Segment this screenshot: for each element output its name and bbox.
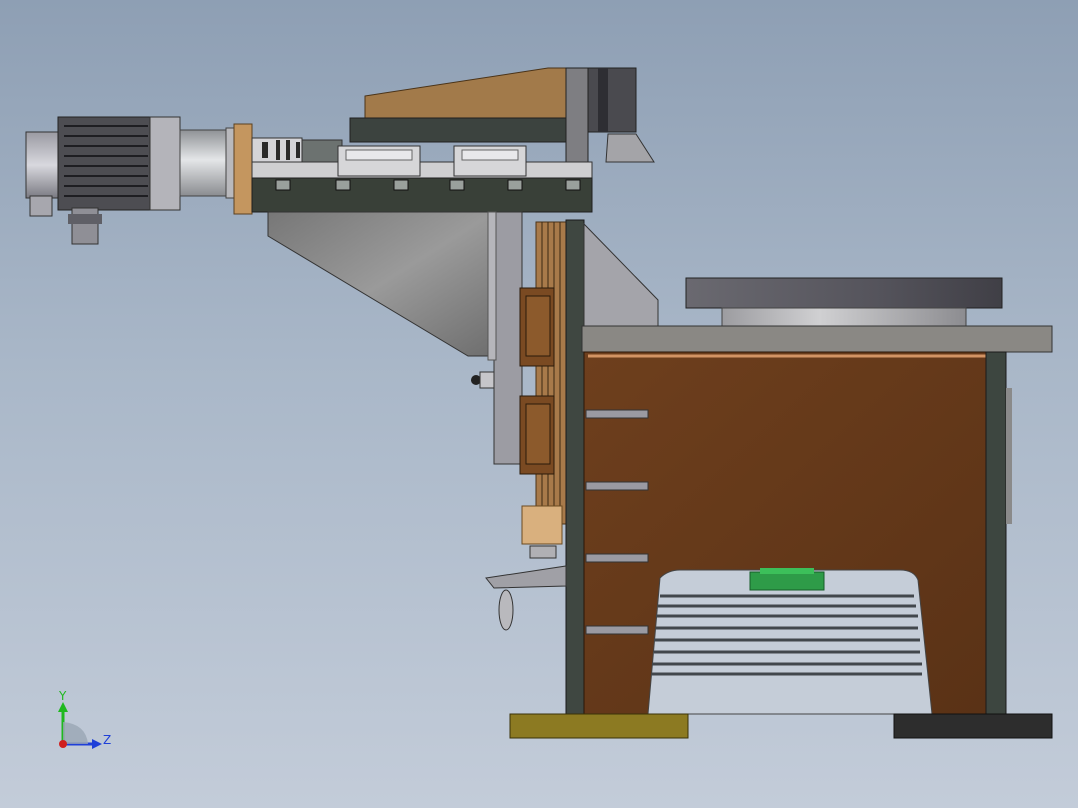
side-knob (471, 371, 495, 389)
support-bracket (267, 211, 523, 465)
cad-viewport[interactable]: Y Z (0, 0, 1078, 808)
machine-side-view: Y Z (25, 67, 1053, 749)
coordinate-triad: Y Z (58, 689, 111, 749)
vent-opening (647, 568, 933, 715)
base-feet (509, 713, 1053, 739)
green-motor (749, 568, 825, 591)
handwheel (485, 545, 567, 631)
y-axis-label: Y (58, 689, 67, 703)
x-axis-point (59, 740, 67, 748)
z-axis-label: Z (103, 733, 111, 747)
